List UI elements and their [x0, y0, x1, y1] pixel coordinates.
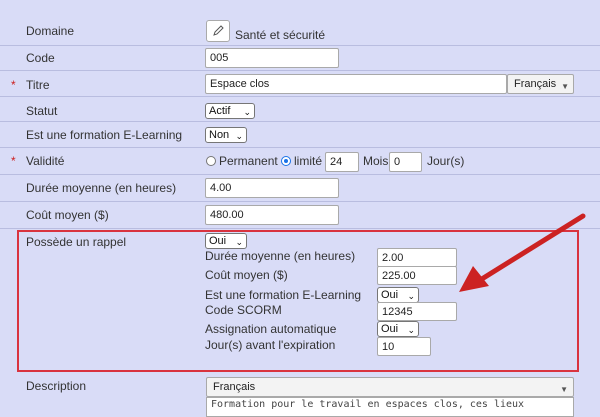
- chevron-down-icon: ▼: [560, 385, 568, 394]
- titre-required-marker: *: [11, 78, 16, 92]
- arrow-icon: [459, 213, 586, 292]
- statut-select[interactable]: Actif ⌄: [205, 103, 255, 119]
- chevron-down-icon: ▼: [561, 82, 569, 91]
- description-text: Formation pour le travail en espaces clo…: [211, 399, 525, 410]
- elearning-select[interactable]: Non ⌄: [205, 127, 247, 143]
- rappel-elearning-value: Oui: [381, 289, 399, 301]
- elearning-row: Est une formation E-Learning Non ⌄: [0, 122, 600, 148]
- rappel-duree-input[interactable]: 2.00: [377, 248, 457, 267]
- duree-row: Durée moyenne (en heures) 4.00: [0, 175, 600, 202]
- limite-radio[interactable]: [281, 156, 291, 166]
- validite-required-marker: *: [11, 154, 16, 168]
- titre-language-value: Français: [514, 78, 557, 90]
- pencil-icon: [213, 25, 224, 36]
- statut-value: Actif: [209, 105, 231, 117]
- code-label: Code: [26, 51, 55, 65]
- cout-label: Coût moyen ($): [26, 208, 109, 222]
- chevron-down-icon: ⌄: [407, 291, 415, 301]
- chevron-down-icon: ⌄: [243, 107, 251, 117]
- chevron-down-icon: ⌄: [235, 237, 243, 247]
- duree-input[interactable]: 4.00: [205, 178, 339, 198]
- edit-domaine-button[interactable]: [206, 20, 230, 42]
- jours-input[interactable]: 0: [389, 152, 422, 172]
- rappel-elearning-label: Est une formation E-Learning: [205, 288, 362, 302]
- titre-language-select[interactable]: Français ▼: [507, 74, 574, 94]
- chevron-down-icon: ⌄: [407, 325, 415, 335]
- rappel-label: Possède un rappel: [26, 235, 127, 249]
- validite-row: * Validité Permanent limité 24 Mois 0 Jo…: [0, 148, 600, 175]
- titre-label: Titre: [26, 78, 50, 92]
- jours-label: Jour(s): [427, 154, 465, 168]
- rappel-scorm-label: Code SCORM: [205, 303, 282, 317]
- elearning-value: Non: [209, 129, 230, 141]
- code-row: Code 005: [0, 45, 600, 71]
- rappel-assignation-label: Assignation automatique: [205, 322, 337, 336]
- rappel-scorm-input[interactable]: 12345: [377, 302, 457, 321]
- mois-label: Mois: [363, 154, 389, 168]
- rappel-elearning-select[interactable]: Oui ⌄: [377, 287, 419, 303]
- domaine-value: Santé et sécurité: [235, 28, 326, 42]
- description-label: Description: [26, 379, 87, 393]
- domaine-row: Domaine Santé et sécurité: [0, 0, 600, 46]
- cout-input[interactable]: 480.00: [205, 205, 339, 225]
- domaine-label: Domaine: [26, 24, 75, 38]
- rappel-cout-input[interactable]: 225.00: [377, 266, 457, 285]
- rappel-cout-label: Coût moyen ($): [205, 268, 288, 282]
- statut-row: Statut Actif ⌄: [0, 97, 600, 122]
- limite-label: limité: [294, 154, 323, 168]
- rappel-assignation-select[interactable]: Oui ⌄: [377, 321, 419, 337]
- titre-row: * Titre Espace clos Français ▼: [0, 71, 600, 97]
- elearning-label: Est une formation E-Learning: [26, 128, 183, 142]
- description-language-select[interactable]: Français ▼: [206, 377, 574, 397]
- titre-input[interactable]: Espace clos: [205, 74, 507, 94]
- duree-label: Durée moyenne (en heures): [26, 181, 177, 195]
- statut-label: Statut: [26, 104, 58, 118]
- permanent-label: Permanent: [219, 154, 278, 168]
- rappel-expiration-input[interactable]: 10: [377, 337, 431, 356]
- rappel-value: Oui: [209, 235, 227, 247]
- description-language-value: Français: [213, 381, 256, 393]
- chevron-down-icon: ⌄: [235, 131, 243, 141]
- validite-label: Validité: [26, 154, 65, 168]
- rappel-expiration-label: Jour(s) avant l'expiration: [205, 338, 336, 352]
- rappel-duree-label: Durée moyenne (en heures): [205, 249, 356, 263]
- code-input[interactable]: 005: [205, 48, 339, 68]
- rappel-assignation-value: Oui: [381, 323, 399, 335]
- mois-input[interactable]: 24: [325, 152, 359, 172]
- rappel-select[interactable]: Oui ⌄: [205, 233, 247, 249]
- description-textarea[interactable]: Formation pour le travail en espaces clo…: [206, 397, 574, 417]
- permanent-radio[interactable]: [206, 156, 216, 166]
